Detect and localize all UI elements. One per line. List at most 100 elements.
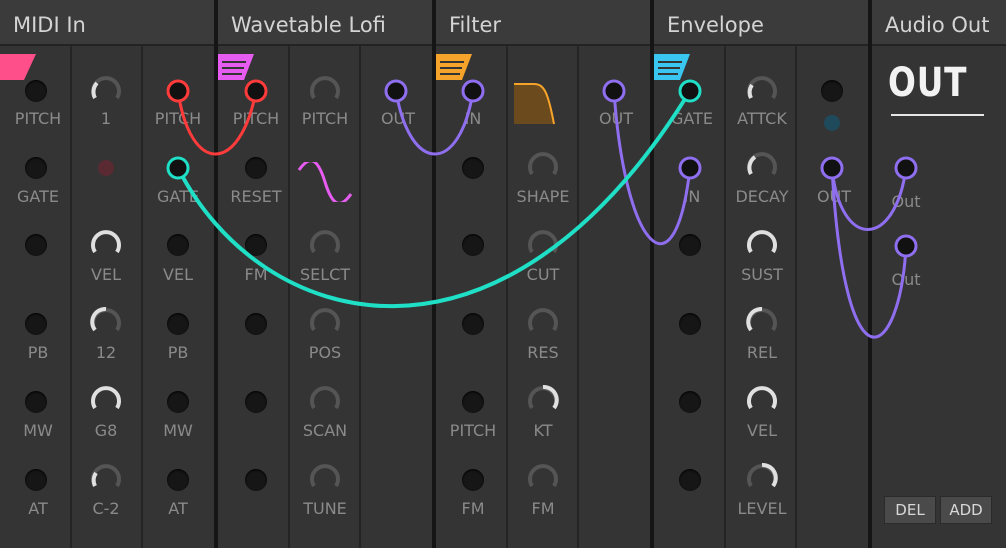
midi-out-mw-jack[interactable] bbox=[167, 391, 189, 413]
jack-label: IN bbox=[683, 187, 701, 206]
wavetable-tag-icon bbox=[218, 54, 254, 80]
attack-knob[interactable] bbox=[745, 73, 779, 107]
knob-label: G8 bbox=[94, 421, 118, 440]
filter-jack[interactable] bbox=[462, 313, 484, 335]
resonance-knob[interactable] bbox=[526, 305, 560, 339]
filter-in-jack[interactable] bbox=[462, 80, 484, 102]
wt-reset-jack[interactable] bbox=[245, 157, 267, 179]
module-header[interactable]: Wavetable Lofi bbox=[218, 0, 432, 46]
env-jack[interactable] bbox=[679, 313, 701, 335]
wt-fm-jack[interactable] bbox=[245, 234, 267, 256]
pb-range-knob[interactable] bbox=[89, 305, 123, 339]
jack-label: OUT bbox=[816, 187, 852, 206]
filter-jack[interactable] bbox=[462, 157, 484, 179]
vel-knob[interactable] bbox=[89, 227, 123, 261]
add-button[interactable]: ADD bbox=[940, 496, 992, 524]
midi-gate-jack[interactable] bbox=[25, 157, 47, 179]
wt-pitch-knob[interactable] bbox=[308, 73, 342, 107]
filter-jack[interactable] bbox=[462, 234, 484, 256]
note-low-knob[interactable] bbox=[89, 461, 123, 495]
note-high-knob[interactable] bbox=[89, 383, 123, 417]
env-in-jack[interactable] bbox=[679, 157, 701, 179]
module-header[interactable]: Audio Out bbox=[872, 0, 1006, 46]
knob-label: 12 bbox=[95, 343, 117, 362]
knob-label: POS bbox=[308, 343, 342, 362]
fm-amount-knob[interactable] bbox=[526, 461, 560, 495]
filter-shape-icon bbox=[514, 83, 555, 125]
jack-label: OUT bbox=[380, 109, 416, 128]
knob-label: VEL bbox=[747, 421, 777, 440]
audio-out-right-jack[interactable] bbox=[895, 235, 917, 257]
module-header[interactable]: Filter bbox=[436, 0, 650, 46]
wt-jack[interactable] bbox=[245, 313, 267, 335]
env-jack[interactable] bbox=[679, 234, 701, 256]
jack-label: MW bbox=[163, 421, 193, 440]
filter-tag-icon bbox=[436, 54, 472, 80]
env-gate-jack[interactable] bbox=[679, 80, 701, 102]
midi-out-at-jack[interactable] bbox=[167, 469, 189, 491]
envelope-tag-icon bbox=[654, 54, 690, 80]
audio-out-title: OUT bbox=[888, 60, 968, 106]
jack-label: IN bbox=[464, 109, 482, 128]
knob-label: VEL bbox=[91, 265, 121, 284]
knob-label: PITCH bbox=[301, 109, 349, 128]
cutoff-knob[interactable] bbox=[526, 227, 560, 261]
env-jack[interactable] bbox=[679, 469, 701, 491]
select-knob[interactable] bbox=[308, 227, 342, 261]
jack-label: GATE bbox=[671, 109, 713, 128]
scan-knob[interactable] bbox=[308, 383, 342, 417]
wt-pitch-jack[interactable] bbox=[245, 80, 267, 102]
midi-out-gate-jack[interactable] bbox=[167, 157, 189, 179]
velocity-knob[interactable] bbox=[745, 383, 779, 417]
module-title: Wavetable Lofi bbox=[231, 13, 386, 37]
knob-label: 1 bbox=[100, 109, 112, 128]
knob-label: C-2 bbox=[92, 499, 120, 518]
env-jack[interactable] bbox=[679, 391, 701, 413]
shape-knob[interactable] bbox=[526, 149, 560, 183]
tune-knob[interactable] bbox=[308, 461, 342, 495]
module-title: Audio Out bbox=[885, 13, 990, 37]
decay-knob[interactable] bbox=[745, 149, 779, 183]
jack-label: FM bbox=[244, 265, 268, 284]
wt-out-jack[interactable] bbox=[385, 80, 407, 102]
midi-at-jack[interactable] bbox=[25, 469, 47, 491]
filter-fm-jack[interactable] bbox=[462, 469, 484, 491]
sine-wave-icon bbox=[297, 162, 353, 202]
channel-knob[interactable] bbox=[89, 73, 123, 107]
env-jack[interactable] bbox=[821, 80, 843, 102]
module-title: MIDI In bbox=[13, 13, 86, 37]
filter-out-jack[interactable] bbox=[603, 80, 625, 102]
midi-jack[interactable] bbox=[25, 234, 47, 256]
gate-led bbox=[98, 160, 114, 176]
audio-out-left-jack[interactable] bbox=[895, 157, 917, 179]
midi-mw-jack[interactable] bbox=[25, 391, 47, 413]
midi-out-pitch-jack[interactable] bbox=[167, 80, 189, 102]
jack-label: PITCH bbox=[232, 109, 280, 128]
module-header[interactable]: MIDI In bbox=[0, 0, 214, 46]
position-knob[interactable] bbox=[308, 305, 342, 339]
sustain-knob[interactable] bbox=[745, 227, 779, 261]
knob-label: KT bbox=[533, 421, 553, 440]
knob-label: SHAPE bbox=[516, 187, 570, 206]
jack-label: FM bbox=[461, 499, 485, 518]
knob-label: DECAY bbox=[735, 187, 789, 206]
jack-label: AT bbox=[168, 499, 188, 518]
env-out-jack[interactable] bbox=[821, 157, 843, 179]
filter-pitch-jack[interactable] bbox=[462, 391, 484, 413]
knob-label: ATTCK bbox=[737, 109, 787, 128]
knob-label: SUST bbox=[741, 265, 783, 284]
delete-button[interactable]: DEL bbox=[884, 496, 936, 524]
midi-in-tag-icon bbox=[0, 54, 36, 80]
midi-out-vel-jack[interactable] bbox=[167, 234, 189, 256]
wt-jack[interactable] bbox=[245, 391, 267, 413]
midi-out-pb-jack[interactable] bbox=[167, 313, 189, 335]
knob-label: FM bbox=[531, 499, 555, 518]
release-knob[interactable] bbox=[745, 305, 779, 339]
midi-pitch-jack[interactable] bbox=[25, 80, 47, 102]
midi-pb-jack[interactable] bbox=[25, 313, 47, 335]
level-knob[interactable] bbox=[745, 461, 779, 495]
knob-label: TUNE bbox=[303, 499, 347, 518]
module-header[interactable]: Envelope bbox=[654, 0, 868, 46]
keytrack-knob[interactable] bbox=[526, 383, 560, 417]
wt-jack[interactable] bbox=[245, 469, 267, 491]
